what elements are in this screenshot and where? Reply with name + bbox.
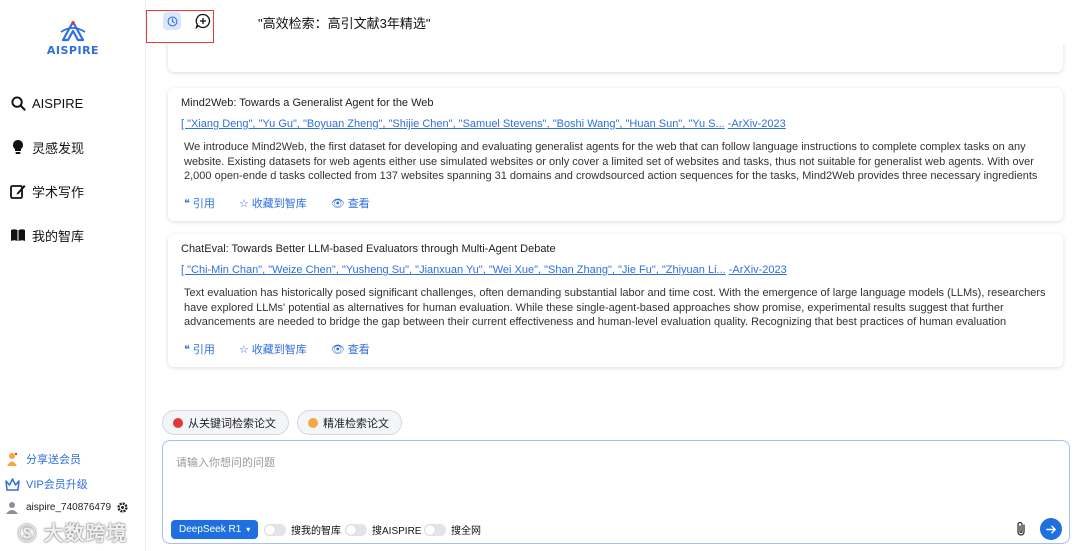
- question-input[interactable]: [176, 457, 876, 469]
- eye-icon: 👁: [330, 197, 345, 210]
- model-selector[interactable]: DeepSeek R1 ▾: [171, 520, 259, 539]
- paper-authors[interactable]: [ "Chi-Min Chan", "Weize Chen", "Yusheng…: [181, 264, 1050, 276]
- results-list: Mind2Web: Towards a Generalist Agent for…: [146, 44, 1080, 399]
- star-icon: ☆: [238, 197, 249, 210]
- toggle-switch[interactable]: [345, 523, 367, 536]
- new-chat-icon[interactable]: [194, 12, 212, 30]
- red-dot-icon: [173, 417, 183, 428]
- sidebar-item-aispire[interactable]: AISPIRE: [10, 91, 83, 115]
- quote-icon: ❝: [184, 343, 190, 356]
- attachment-paperclip-icon[interactable]: [1015, 521, 1029, 537]
- sidebar-item-writing[interactable]: 学术写作: [10, 179, 84, 203]
- username: aispire_740876479: [26, 501, 112, 513]
- toggle-label: 搜AISPIRE: [372, 526, 422, 537]
- book-icon: [10, 227, 26, 243]
- share-membership-link[interactable]: 分享送会员: [4, 451, 81, 467]
- cite-label: 引用: [192, 344, 215, 356]
- toggle-label: 搜全网: [451, 526, 481, 537]
- paper-card: ChatEval: Towards Better LLM-based Evalu…: [168, 234, 1063, 367]
- sidebar-item-library[interactable]: 我的智库: [10, 223, 84, 247]
- sidebar-item-label: 我的智库: [32, 228, 85, 244]
- vip-upgrade-link[interactable]: VIP会员升级: [4, 476, 88, 492]
- paper-title: ChatEval: Towards Better LLM-based Evalu…: [181, 243, 556, 255]
- user-account[interactable]: aispire_740876479: [4, 499, 129, 515]
- aispire-logo-icon: [60, 20, 86, 42]
- save-to-library-button[interactable]: ☆ 收藏到智库: [239, 195, 307, 211]
- composer: DeepSeek R1 ▾ 搜我的智库 搜AISPIRE 搜全网: [162, 440, 1070, 544]
- paper-abstract: Text evaluation has historically posed s…: [184, 287, 1046, 328]
- watermark-text: 大数跨境: [43, 523, 128, 545]
- avatar: [4, 499, 20, 515]
- view-label: 查看: [347, 198, 370, 210]
- paper-actions: ❝ 引用 ☆ 收藏到智库 👁 查看: [181, 195, 1050, 211]
- cite-button[interactable]: ❝ 引用: [184, 341, 215, 357]
- toggle-switch[interactable]: [264, 523, 286, 536]
- top-bar: "高效检索：高引文献3年精选": [146, 0, 1080, 44]
- toggle-label: 搜我的智库: [291, 526, 341, 537]
- gift-icon: [4, 451, 20, 467]
- authors-link[interactable]: [ "Xiang Deng", "Yu Gu", "Boyuan Zheng",…: [181, 118, 725, 130]
- watermark-logo-icon: Ⓢ: [18, 524, 37, 544]
- cite-button[interactable]: ❝ 引用: [184, 195, 215, 211]
- paper-card-previous: [168, 44, 1063, 72]
- quote-icon: ❝: [184, 197, 190, 210]
- bulb-icon: [10, 139, 26, 155]
- toggle-aispire[interactable]: 搜AISPIRE: [345, 522, 421, 537]
- search-icon: [10, 95, 26, 111]
- settings-gear-icon[interactable]: [116, 501, 129, 514]
- logo[interactable]: AISPIRE: [40, 20, 106, 64]
- save-label: 收藏到智库: [251, 198, 307, 210]
- save-label: 收藏到智库: [251, 344, 307, 356]
- logo-text: AISPIRE: [46, 44, 100, 57]
- star-icon: ☆: [238, 343, 249, 356]
- sidebar: AISPIRE AISPIRE 灵感发现 学术写作 我的智库 分享送会员 VIP…: [0, 0, 146, 551]
- arrow-right-icon: [1045, 525, 1056, 533]
- toggle-switch[interactable]: [424, 523, 446, 536]
- save-to-library-button[interactable]: ☆ 收藏到智库: [239, 341, 307, 357]
- toggle-web[interactable]: 搜全网: [424, 522, 481, 537]
- edit-icon: [10, 183, 26, 199]
- sidebar-item-label: AISPIRE: [32, 95, 84, 111]
- cite-label: 引用: [192, 198, 215, 210]
- authors-link[interactable]: [ "Chi-Min Chan", "Weize Chen", "Yusheng…: [181, 264, 726, 276]
- keyword-search-chip[interactable]: 从关键词检索论文: [162, 410, 289, 435]
- chevron-down-icon: ▾: [246, 525, 251, 534]
- source-link[interactable]: -ArXiv-2023: [729, 264, 787, 276]
- sidebar-item-inspiration[interactable]: 灵感发现: [10, 135, 84, 159]
- paper-card: Mind2Web: Towards a Generalist Agent for…: [168, 88, 1063, 221]
- watermark: Ⓢ 大数跨境: [18, 517, 128, 546]
- crown-icon: [4, 476, 20, 492]
- view-label: 查看: [347, 344, 370, 356]
- paper-abstract: We introduce Mind2Web, the first dataset…: [184, 141, 1038, 182]
- sidebar-item-label: 灵感发现: [32, 140, 85, 156]
- paper-authors[interactable]: [ "Xiang Deng", "Yu Gu", "Boyuan Zheng",…: [181, 118, 1050, 130]
- paper-actions: ❝ 引用 ☆ 收藏到智库 👁 查看: [181, 341, 1050, 357]
- view-button[interactable]: 👁 查看: [331, 341, 370, 357]
- model-label: DeepSeek R1: [179, 524, 242, 535]
- history-clock-icon[interactable]: [163, 12, 181, 30]
- toggle-my-library[interactable]: 搜我的智库: [264, 522, 341, 537]
- send-button[interactable]: [1040, 518, 1062, 540]
- chip-label: 从关键词检索论文: [188, 417, 276, 430]
- eye-icon: 👁: [330, 343, 345, 356]
- source-link[interactable]: -ArXiv-2023: [728, 118, 786, 130]
- page-title: "高效检索：高引文献3年精选": [258, 16, 431, 31]
- precise-search-chip[interactable]: 精准检索论文: [297, 410, 402, 435]
- view-button[interactable]: 👁 查看: [331, 195, 370, 211]
- share-label: 分享送会员: [26, 454, 81, 466]
- paper-title: Mind2Web: Towards a Generalist Agent for…: [181, 97, 434, 109]
- sidebar-item-label: 学术写作: [32, 184, 85, 200]
- vip-label: VIP会员升级: [26, 479, 88, 491]
- orange-dot-icon: [308, 417, 318, 428]
- chip-label: 精准检索论文: [323, 417, 389, 430]
